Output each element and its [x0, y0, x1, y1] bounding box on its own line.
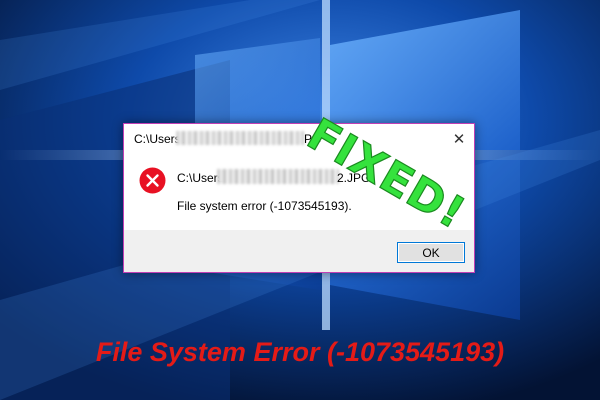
error-icon [139, 167, 166, 194]
redacted-filename [176, 131, 304, 145]
page-caption: File System Error (-1073545193) [95, 337, 505, 367]
dialog-footer: OK [124, 230, 474, 272]
error-message: File system error (-1073545193). [177, 199, 352, 213]
ok-button[interactable]: OK [397, 242, 465, 263]
close-icon: ✕ [452, 131, 466, 148]
redacted-path [217, 169, 339, 184]
dialog-titlebar[interactable]: C:\Users\ PG ✕ [124, 124, 474, 154]
close-button[interactable]: ✕ [444, 124, 474, 154]
